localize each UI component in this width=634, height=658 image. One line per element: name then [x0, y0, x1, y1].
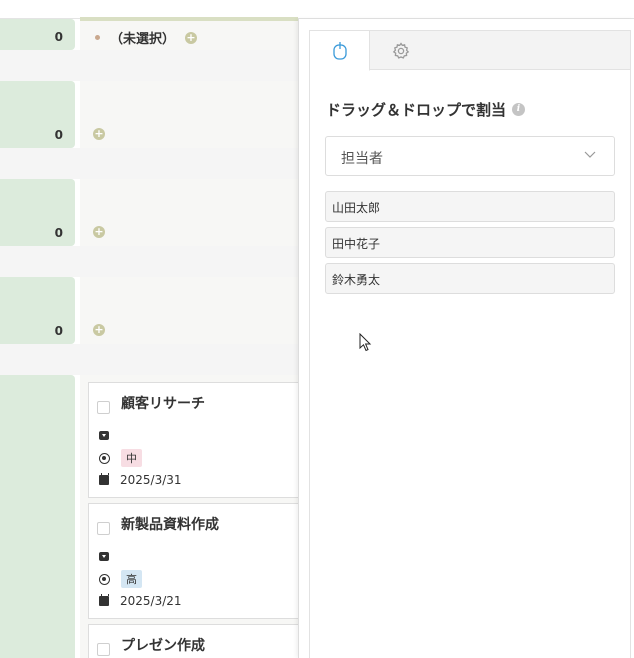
- mouse-icon: [332, 41, 347, 60]
- lane-cell-unselected: （未選択） +: [80, 21, 298, 50]
- panel-title: ドラッグ＆ドロップで割当 i: [326, 99, 526, 120]
- lane-count-cell: 0: [0, 19, 75, 50]
- lane-label-text: （未選択）: [110, 32, 176, 47]
- lane-count-cell: 0: [0, 81, 75, 148]
- task-checkbox[interactable]: [97, 643, 110, 656]
- lane-count: 0: [54, 226, 63, 240]
- chevron-down-icon: [584, 151, 596, 158]
- app-root: 0 0 0 0 （未選択） + + + + 顧客リサーチ 中 2025/3/31…: [0, 0, 634, 658]
- task-date-row: 2025/3/21: [99, 594, 182, 608]
- task-priority-row: 高: [99, 570, 142, 588]
- lane-count-cell: 0: [0, 277, 75, 344]
- lane-cell: +: [80, 179, 298, 246]
- assignee-type-select[interactable]: 担当者: [325, 136, 615, 176]
- priority-badge: 中: [121, 449, 142, 467]
- task-toggle-row: [99, 431, 109, 440]
- calendar-icon: [99, 594, 109, 606]
- lane-count-column: 0 0 0 0: [0, 19, 75, 658]
- add-task-icon[interactable]: +: [93, 226, 105, 238]
- mouse-cursor-icon: [359, 333, 372, 352]
- add-task-icon[interactable]: +: [93, 324, 105, 336]
- assignee-chip[interactable]: 山田太郎: [325, 191, 615, 222]
- assign-panel-body: ドラッグ＆ドロップで割当 i 担当者 山田太郎 田中花子 鈴木勇太: [309, 30, 631, 658]
- lane-count: 0: [54, 324, 63, 338]
- tab-settings[interactable]: [371, 30, 431, 71]
- priority-badge: 高: [121, 570, 142, 588]
- lane-task-column: （未選択） + + + + 顧客リサーチ 中 2025/3/31 新製品資料作成…: [80, 19, 300, 658]
- task-card[interactable]: 顧客リサーチ 中 2025/3/31: [88, 382, 300, 498]
- dropdown-box-icon[interactable]: [99, 431, 109, 440]
- due-date: 2025/3/31: [120, 473, 182, 487]
- add-task-icon[interactable]: +: [185, 31, 198, 44]
- task-toggle-row: [99, 552, 109, 561]
- dropdown-box-icon[interactable]: [99, 552, 109, 561]
- tab-drag-drop[interactable]: [310, 30, 370, 71]
- gear-icon: [392, 41, 410, 59]
- task-card[interactable]: プレゼン作成: [88, 624, 300, 658]
- lane-cell: +: [80, 277, 298, 344]
- priority-icon: [99, 452, 110, 464]
- assignee-chip[interactable]: 田中花子: [325, 227, 615, 258]
- lane-cell: +: [80, 81, 298, 148]
- calendar-icon: [99, 473, 109, 485]
- select-value: 担当者: [341, 151, 383, 167]
- task-priority-row: 中: [99, 449, 142, 467]
- task-card[interactable]: 新製品資料作成 高 2025/3/21: [88, 503, 300, 619]
- due-date: 2025/3/21: [120, 594, 182, 608]
- panel-title-text: ドラッグ＆ドロップで割当: [326, 101, 507, 119]
- task-title: 新製品資料作成: [121, 517, 219, 533]
- lane-label: （未選択） +: [95, 28, 198, 47]
- task-title: プレゼン作成: [121, 638, 205, 654]
- info-icon[interactable]: i: [512, 103, 526, 116]
- bullet-icon: [95, 35, 100, 40]
- task-checkbox[interactable]: [97, 522, 110, 535]
- lane-count: 0: [54, 30, 63, 44]
- panel-tabbar: [310, 30, 630, 71]
- task-title: 顧客リサーチ: [121, 396, 205, 412]
- lane-count-cell: [0, 375, 75, 658]
- lane-count: 0: [54, 128, 63, 142]
- priority-icon: [99, 573, 110, 585]
- task-checkbox[interactable]: [97, 401, 110, 414]
- task-date-row: 2025/3/31: [99, 473, 182, 487]
- assignee-chip[interactable]: 鈴木勇太: [325, 263, 615, 294]
- assign-panel: ドラッグ＆ドロップで割当 i 担当者 山田太郎 田中花子 鈴木勇太: [298, 19, 634, 658]
- lane-count-cell: 0: [0, 179, 75, 246]
- add-task-icon[interactable]: +: [93, 128, 105, 140]
